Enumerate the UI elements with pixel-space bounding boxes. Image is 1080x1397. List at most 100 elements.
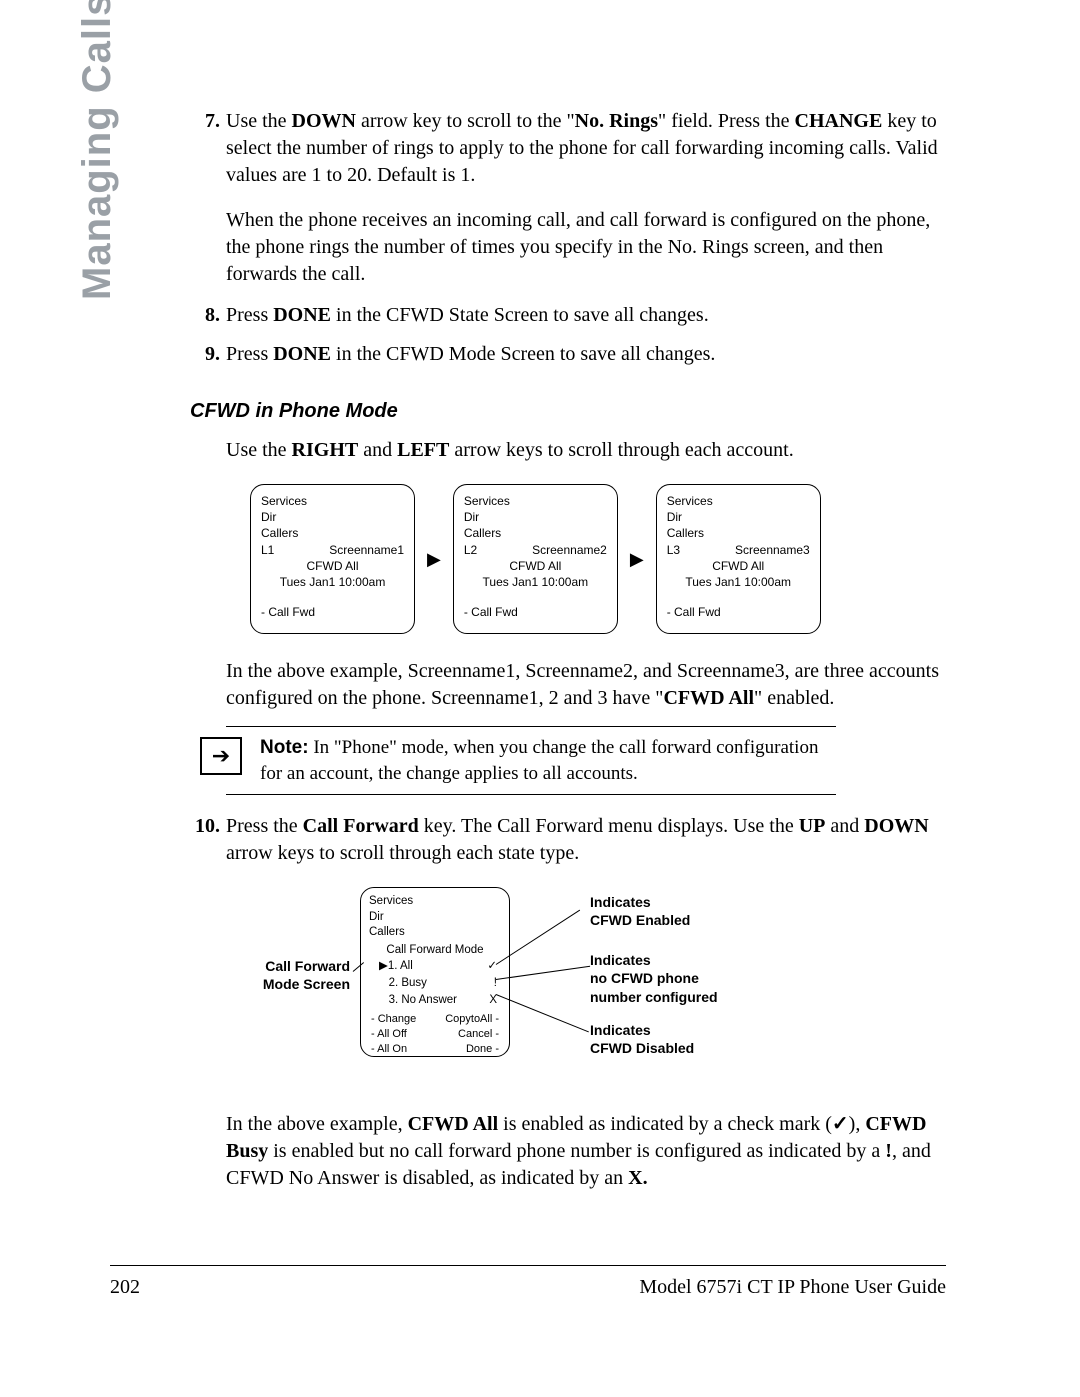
key-down: DOWN [292, 110, 356, 132]
cfwd-state: CFWD All [667, 558, 810, 574]
cfwd-mode-screen: Services Dir Callers Call Forward Mode ▶… [360, 887, 510, 1057]
figure-1: Services Dir Callers L1 Screenname1 CFWD … [250, 484, 945, 634]
text: CFWD Disabled [590, 1039, 694, 1057]
section-heading: Managing Calls [75, 0, 120, 300]
figure-2-description: In the above example, CFWD All is enable… [226, 1111, 945, 1192]
text: In the above example, [226, 1113, 408, 1135]
text: and [825, 815, 864, 837]
line-id: L2 [464, 543, 477, 557]
guide-title: Model 6757i CT IP Phone User Guide [639, 1276, 946, 1299]
softkey-cancel: Cancel - [458, 1027, 499, 1042]
callout-enabled: Indicates CFWD Enabled [590, 893, 690, 929]
text: in the CFWD State Screen to save all cha… [331, 304, 709, 326]
text: in the CFWD Mode Screen to save all chan… [331, 343, 715, 365]
label: Dir [464, 509, 607, 525]
key-done: DONE [273, 343, 331, 365]
line-row: L3 Screenname3 [667, 542, 810, 558]
key-right: RIGHT [292, 439, 359, 461]
step-7-note: When the phone receives an incoming call… [226, 207, 945, 288]
figure-2-left-label: Call Forward Mode Screen [230, 957, 350, 993]
exclamation-icon: ! [494, 975, 497, 992]
note-label: Note: [260, 737, 309, 758]
step-8: 8. Press DONE in the CFWD State Screen t… [190, 302, 945, 329]
label: Dir [261, 509, 404, 525]
line-row: L1 Screenname1 [261, 542, 404, 558]
line-id: L3 [667, 543, 680, 557]
figure-1-description: In the above example, Screenname1, Scree… [226, 658, 945, 712]
text: CFWD Enabled [590, 911, 690, 929]
screen-name: Screenname2 [532, 542, 607, 558]
field-no-rings: No. Rings [575, 110, 658, 132]
option-busy: 2. Busy [379, 975, 427, 992]
figure-2: Call Forward Mode Screen Services Dir Ca… [190, 887, 945, 1087]
page-footer: 202 Model 6757i CT IP Phone User Guide [110, 1265, 946, 1299]
text: number configured [590, 988, 718, 1006]
softkey: - Call Fwd [464, 604, 607, 620]
text: Call Forward [230, 957, 350, 975]
bold: CFWD All [408, 1113, 499, 1135]
label: Services [369, 894, 501, 910]
label: Services [261, 493, 404, 509]
label: Services [464, 493, 607, 509]
key-left: LEFT [397, 439, 449, 461]
step-10: 10. Press the Call Forward key. The Call… [190, 813, 945, 867]
text: Indicates [590, 893, 690, 911]
text: no CFWD phone [590, 969, 718, 987]
key-up: UP [799, 815, 826, 837]
label: Callers [261, 525, 404, 541]
text: Indicates [590, 1021, 694, 1039]
softkey: - Call Fwd [261, 604, 404, 620]
label: Callers [369, 925, 501, 941]
text: arrow keys to scroll through each state … [226, 842, 579, 864]
callout-no-number: Indicates no CFWD phone number configure… [590, 951, 718, 1006]
subsection-heading: CFWD in Phone Mode [190, 398, 945, 425]
softkey-change: - Change [371, 1012, 416, 1027]
key-call-forward: Call Forward [303, 815, 419, 837]
screen-name: Screenname3 [735, 542, 810, 558]
option-no-answer: 3. No Answer [379, 992, 457, 1009]
phone-screen-3: Services Dir Callers L3 Screenname3 CFWD … [656, 484, 821, 634]
text: arrow keys to scroll through each accoun… [449, 439, 793, 461]
step-number: 7. [190, 108, 226, 189]
check-icon: ✓ [487, 958, 497, 975]
label: Dir [369, 910, 501, 926]
step-text: Press DONE in the CFWD State Screen to s… [226, 302, 945, 329]
datetime: Tues Jan1 10:00am [464, 574, 607, 590]
line-row: L2 Screenname2 [464, 542, 607, 558]
text: " field. Press the [658, 110, 794, 132]
step-number: 9. [190, 341, 226, 368]
key-done: DONE [273, 304, 331, 326]
label: Callers [667, 525, 810, 541]
page-number: 202 [110, 1276, 140, 1299]
step-number: 10. [190, 813, 226, 867]
text: ), [849, 1113, 866, 1135]
key-change: CHANGE [795, 110, 883, 132]
arrow-right-icon: ▶ [427, 547, 441, 571]
text: In "Phone" mode, when you change the cal… [260, 737, 818, 784]
step-text: Press the Call Forward key. The Call For… [226, 813, 945, 867]
text: Indicates [590, 951, 718, 969]
cfwd-state: CFWD All [464, 558, 607, 574]
line-id: L1 [261, 543, 274, 557]
text: Press [226, 304, 273, 326]
callout-line [496, 966, 590, 980]
bold: X. [628, 1167, 647, 1189]
check-icon: ✓ [832, 1113, 849, 1135]
exclamation-icon: ! [885, 1140, 892, 1162]
label: Dir [667, 509, 810, 525]
divider [226, 794, 836, 795]
step-7: 7. Use the DOWN arrow key to scroll to t… [190, 108, 945, 189]
note-text: Note: In "Phone" mode, when you change t… [260, 735, 820, 786]
label: Services [667, 493, 810, 509]
text: key. The Call Forward menu displays. Use… [419, 815, 799, 837]
cfwd-state: CFWD All [261, 558, 404, 574]
screen-title: Call Forward Mode [369, 943, 501, 959]
screen-name: Screenname1 [329, 542, 404, 558]
softkey-copytoall: CopytoAll - [445, 1012, 499, 1027]
step-number: 8. [190, 302, 226, 329]
softkey-done: Done - [466, 1042, 499, 1057]
text: and [358, 439, 397, 461]
step-text: Use the DOWN arrow key to scroll to the … [226, 108, 945, 189]
text: is enabled but no call forward phone num… [268, 1140, 885, 1162]
step-text: Press DONE in the CFWD Mode Screen to sa… [226, 341, 945, 368]
